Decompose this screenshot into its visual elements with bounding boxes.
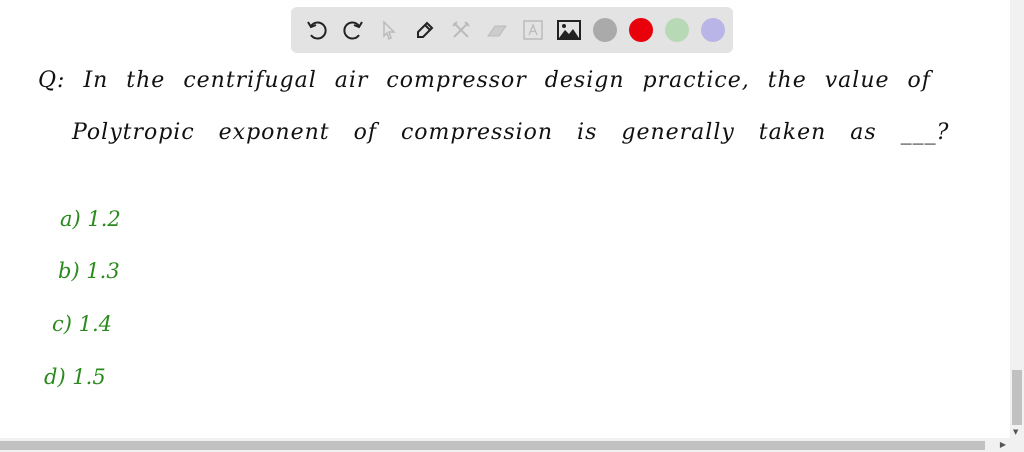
redo-button[interactable]	[335, 12, 371, 48]
undo-icon	[307, 21, 327, 40]
drawing-toolbar	[291, 7, 733, 53]
option-a: a) 1.2	[60, 207, 121, 231]
tools-icon	[452, 21, 470, 38]
color-swatch	[665, 18, 689, 42]
image-button[interactable]	[551, 12, 587, 48]
pen-icon	[417, 21, 434, 38]
select-button[interactable]	[371, 12, 407, 48]
question-line-2: Polytropic exponent of compression is ge…	[72, 120, 950, 145]
undo-button[interactable]	[299, 12, 335, 48]
tools-button[interactable]	[443, 12, 479, 48]
color-gray[interactable]	[587, 12, 623, 48]
vertical-scroll-thumb[interactable]	[1012, 370, 1022, 425]
color-red[interactable]	[623, 12, 659, 48]
image-icon	[557, 20, 581, 40]
horizontal-scrollbar[interactable]: ▶	[0, 438, 1024, 452]
pen-button[interactable]	[407, 12, 443, 48]
scroll-down-arrow-icon[interactable]: ▼	[1013, 428, 1018, 436]
redo-icon	[343, 21, 363, 40]
question-line-1: Q: In the centrifugal air compressor des…	[38, 68, 931, 93]
vertical-scrollbar[interactable]: ▼	[1010, 0, 1024, 438]
horizontal-scroll-thumb[interactable]	[0, 441, 985, 450]
color-swatch	[701, 18, 725, 42]
option-b: b) 1.3	[58, 259, 120, 283]
text-button[interactable]	[515, 12, 551, 48]
color-green[interactable]	[659, 12, 695, 48]
color-purple[interactable]	[695, 12, 731, 48]
cursor-icon	[383, 20, 396, 41]
option-d: d) 1.5	[44, 365, 106, 389]
scroll-right-arrow-icon[interactable]: ▶	[1000, 440, 1006, 449]
eraser-button[interactable]	[479, 12, 515, 48]
color-swatch	[629, 18, 653, 42]
eraser-icon	[487, 25, 507, 37]
option-c: c) 1.4	[52, 312, 113, 336]
text-icon	[523, 20, 543, 40]
color-swatch	[593, 18, 617, 42]
